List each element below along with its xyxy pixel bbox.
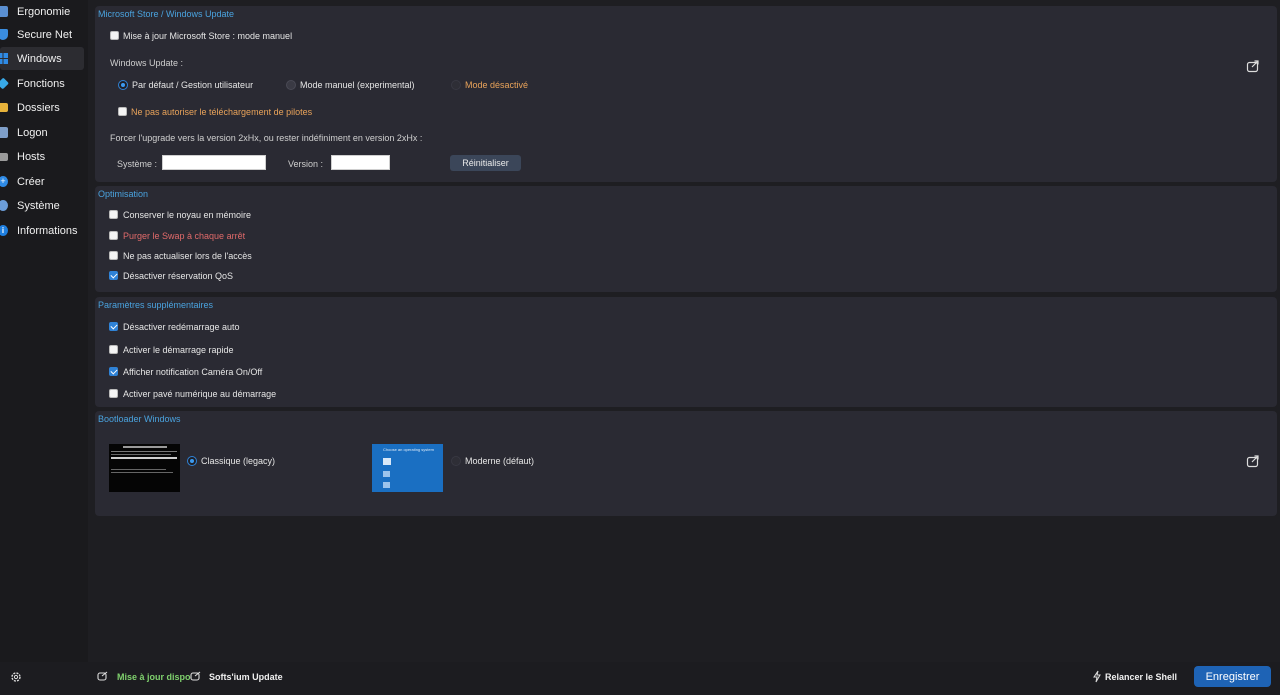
restart-shell-button[interactable]: Relancer le Shell (1105, 672, 1177, 682)
softsium-update-icon (190, 671, 201, 681)
windows-icon (0, 53, 8, 64)
update-device-icon (97, 671, 108, 681)
purge-swap-label: Purger le Swap à chaque arrêt (123, 231, 246, 241)
disable-qos-checkbox[interactable] (109, 271, 118, 280)
legacy-boot-thumbnail[interactable] (109, 444, 180, 492)
sidebar-item-logon[interactable]: Logon (0, 121, 84, 144)
sidebar-item-fonctions[interactable]: Fonctions (0, 72, 84, 95)
windows-update-label: Windows Update : (110, 58, 184, 68)
wu-default-label: Par défaut / Gestion utilisateur (132, 80, 254, 90)
softsium-update-link[interactable]: Softs'ium Update (209, 672, 283, 682)
disable-auto-restart-label: Désactiver redémarrage auto (123, 322, 240, 332)
share-icon[interactable] (1246, 59, 1260, 73)
sidebar-item-label: Ergonomie (17, 5, 71, 18)
drivers-checkbox[interactable] (118, 107, 127, 116)
wu-manual-label: Mode manuel (experimental) (300, 80, 415, 90)
wu-manual-radio[interactable] (286, 80, 296, 90)
sidebar-item-secure-net[interactable]: Secure Net (0, 23, 84, 46)
purge-swap-checkbox[interactable] (109, 231, 118, 240)
modern-thumb-heading: Choose an operating system (383, 447, 434, 452)
ergonomics-icon (0, 6, 8, 17)
panel-title: Paramètres supplémentaires (98, 300, 214, 310)
folder-icon (0, 103, 8, 112)
legacy-boot-label: Classique (legacy) (201, 456, 276, 466)
no-access-update-label: Ne pas actualiser lors de l'accès (123, 251, 252, 261)
wu-disabled-radio[interactable] (451, 80, 461, 90)
sidebar-item-label: Informations (17, 224, 78, 237)
version-input[interactable] (331, 155, 390, 170)
modern-boot-radio[interactable] (451, 456, 461, 466)
fast-startup-checkbox[interactable] (109, 345, 118, 354)
optimisation-panel: Optimisation (95, 186, 1277, 292)
panel-title: Microsoft Store / Windows Update (98, 9, 235, 19)
drivers-label: Ne pas autoriser le téléchargement de pi… (131, 107, 313, 117)
camera-notification-checkbox[interactable] (109, 367, 118, 376)
system-input[interactable] (162, 155, 266, 170)
panel-title: Optimisation (98, 189, 149, 199)
sidebar-item-windows[interactable]: Windows (0, 47, 84, 70)
modern-boot-label: Moderne (défaut) (465, 456, 535, 466)
disable-auto-restart-checkbox[interactable] (109, 322, 118, 331)
update-available-link[interactable]: Mise à jour dispo (117, 672, 191, 682)
sidebar-item-informations[interactable]: i Informations (0, 219, 84, 242)
sidebar-item-label: Créer (17, 175, 45, 188)
version-label: Version : (288, 159, 324, 169)
panel-title: Bootloader Windows (98, 414, 181, 424)
disable-qos-label: Désactiver réservation QoS (123, 271, 234, 281)
sidebar-item-label: Fonctions (17, 77, 65, 90)
no-access-update-checkbox[interactable] (109, 251, 118, 260)
camera-notification-label: Afficher notification Caméra On/Off (123, 367, 263, 377)
sidebar-item-creer[interactable]: + Créer (0, 170, 84, 193)
store-manual-label: Mise à jour Microsoft Store : mode manue… (123, 31, 293, 41)
sidebar-item-label: Secure Net (17, 28, 73, 41)
sidebar-item-label: Système (17, 199, 60, 212)
system-label: Système : (117, 159, 158, 169)
wu-default-radio[interactable] (118, 80, 128, 90)
shield-icon (0, 29, 8, 40)
sidebar-item-label: Dossiers (17, 101, 60, 114)
sidebar-item-ergonomie[interactable]: Ergonomie (0, 0, 84, 23)
sidebar-item-label: Logon (17, 126, 48, 139)
modern-boot-thumbnail[interactable]: Choose an operating system (372, 444, 443, 492)
functions-icon (0, 77, 9, 90)
wu-disabled-label: Mode désactivé (465, 80, 529, 90)
lightning-icon (1093, 670, 1101, 683)
store-manual-checkbox[interactable] (110, 31, 119, 40)
gear-icon (0, 200, 8, 211)
user-icon (0, 127, 8, 138)
sidebar-item-dossiers[interactable]: Dossiers (0, 96, 84, 119)
legacy-boot-radio[interactable] (187, 456, 197, 466)
plus-icon: + (0, 176, 8, 187)
force-upgrade-label: Forcer l'upgrade vers la version 2xHx, o… (110, 133, 423, 143)
fast-startup-label: Activer le démarrage rapide (123, 345, 234, 355)
reset-button[interactable]: Réinitialiser (450, 155, 521, 171)
numlock-checkbox[interactable] (109, 389, 118, 398)
save-button[interactable]: Enregistrer (1194, 666, 1271, 687)
info-icon: i (0, 225, 8, 236)
keep-kernel-label: Conserver le noyau en mémoire (123, 210, 252, 220)
hosts-icon (0, 152, 8, 161)
sidebar: Ergonomie Secure Net Windows Fonctions D… (0, 0, 88, 662)
share-icon[interactable] (1246, 454, 1260, 468)
numlock-label: Activer pavé numérique au démarrage (123, 389, 277, 399)
sidebar-item-hosts[interactable]: Hosts (0, 145, 84, 168)
settings-gear-icon[interactable] (10, 671, 22, 683)
sidebar-item-label: Hosts (17, 150, 46, 163)
sidebar-item-label: Windows (17, 52, 62, 65)
keep-kernel-checkbox[interactable] (109, 210, 118, 219)
sidebar-item-systeme[interactable]: Système (0, 194, 84, 217)
